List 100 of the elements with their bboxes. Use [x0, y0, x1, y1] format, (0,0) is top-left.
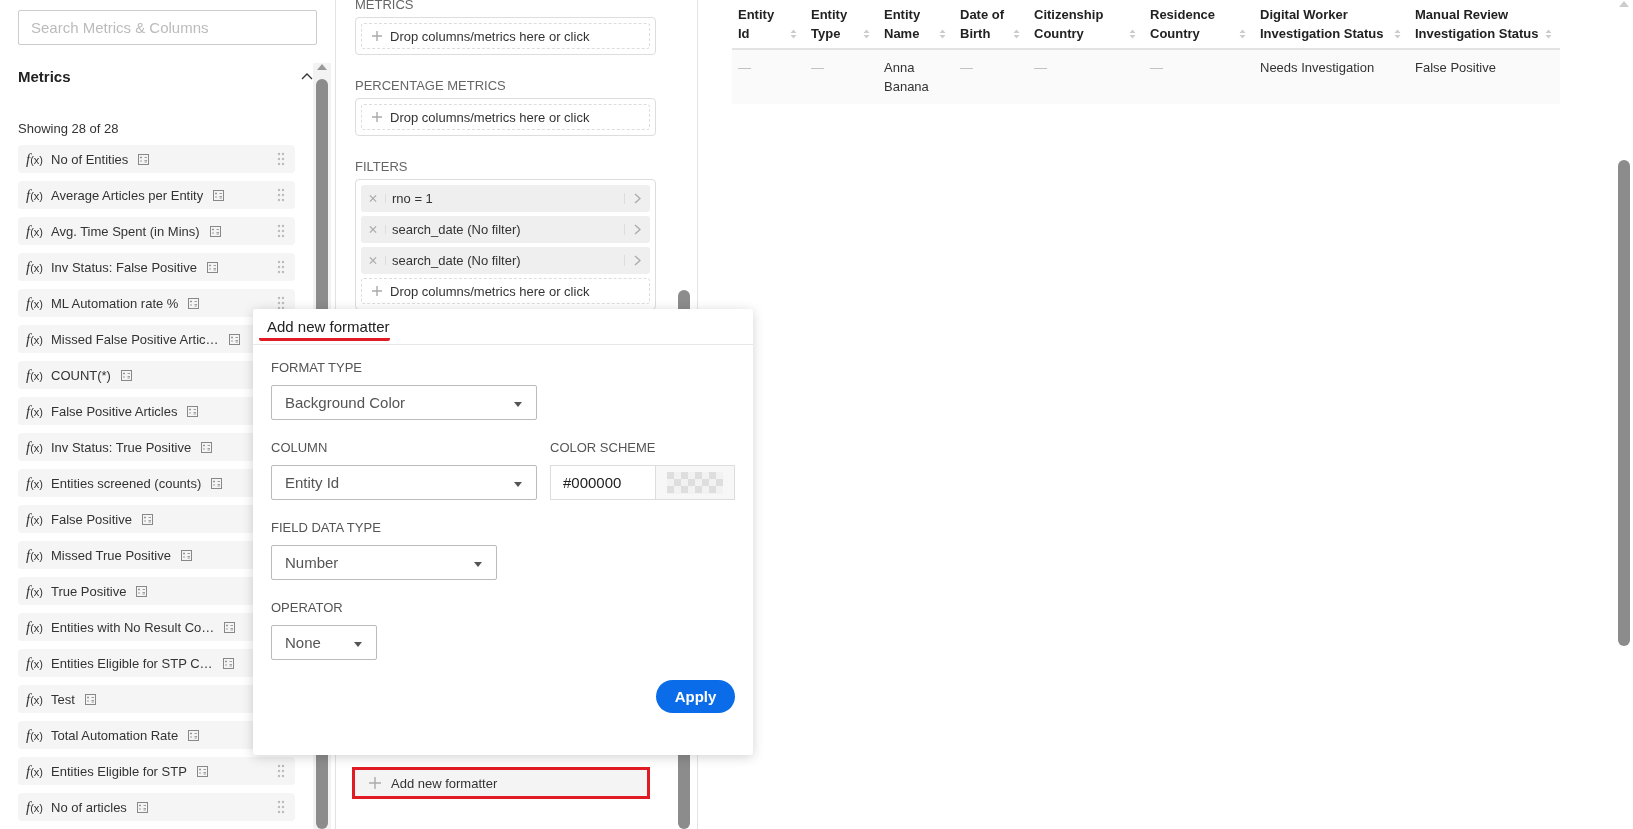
metric-item[interactable]: f(x) Entities Eligible for STP C… [18, 649, 253, 677]
metric-item[interactable]: f(x) Missed True Positive [18, 541, 253, 569]
table-icon [84, 693, 96, 705]
sort-icon[interactable] [863, 28, 870, 40]
metric-item[interactable]: f(x) Entities screened (counts) [18, 469, 253, 497]
sort-icon[interactable] [790, 28, 797, 40]
table-icon [206, 261, 218, 273]
function-label: f(x) [26, 690, 43, 708]
function-label: f(x) [26, 294, 43, 312]
drag-handle-icon[interactable] [277, 152, 285, 166]
drag-handle-icon[interactable] [277, 260, 285, 274]
function-label: f(x) [26, 258, 43, 276]
caret-icon [514, 401, 522, 407]
function-label: f(x) [26, 510, 43, 528]
sort-icon[interactable] [1013, 28, 1020, 40]
function-label: f(x) [26, 438, 43, 456]
filter-chip[interactable]: search_date (No filter) [361, 216, 650, 243]
drop-zone[interactable]: Drop columns/metrics here or click [361, 278, 650, 304]
sort-icon[interactable] [1129, 28, 1136, 40]
metric-item[interactable]: f(x) True Positive [18, 577, 253, 605]
sort-icon[interactable] [939, 28, 946, 40]
table-icon [213, 189, 225, 201]
field-label: FORMAT TYPE [271, 360, 363, 375]
metric-item[interactable]: f(x) Test [18, 685, 253, 713]
metric-item[interactable]: f(x) False Positive Articles [18, 397, 253, 425]
scroll-up-icon[interactable] [1617, 0, 1631, 8]
table-cell: — [805, 49, 878, 104]
function-label: f(x) [26, 582, 43, 600]
metric-item[interactable]: f(x) No of articles [18, 793, 253, 821]
plus-icon [372, 286, 382, 296]
section-label: METRICS [355, 0, 415, 13]
popup-title: Add new formatter [259, 309, 390, 341]
drag-handle-icon[interactable] [277, 224, 285, 238]
metric-item[interactable]: f(x) COUNT(*) [18, 361, 253, 389]
function-label: f(x) [26, 330, 43, 348]
table-cell: Anna Banana [878, 49, 954, 104]
metric-item[interactable]: f(x) Missed False Positive Artic… [18, 325, 253, 353]
table-icon [196, 765, 208, 777]
search-field[interactable]: Search Metrics & Columns [18, 10, 317, 45]
drag-handle-icon[interactable] [277, 800, 285, 814]
metric-item[interactable]: f(x) Total Automation Rate [18, 721, 253, 749]
table-icon [224, 621, 236, 633]
sort-icon[interactable] [1239, 28, 1246, 40]
field-label: COLOR SCHEME [550, 440, 657, 455]
select-field[interactable]: Entity Id [271, 465, 537, 500]
metric-item[interactable]: f(x) Inv Status: True Positive [18, 433, 253, 461]
metric-item[interactable]: f(x) Average Articles per Entity [18, 181, 253, 209]
function-label: f(x) [26, 186, 43, 204]
metric-item[interactable]: f(x) Entities with No Result Co… [18, 613, 253, 641]
sort-icon[interactable] [1394, 28, 1401, 40]
table-icon [187, 405, 199, 417]
sort-icon[interactable] [1545, 28, 1552, 40]
function-label: f(x) [26, 726, 43, 744]
table-icon [188, 297, 200, 309]
metric-item[interactable]: f(x) Avg. Time Spent (in Mins) [18, 217, 253, 245]
metric-item[interactable]: f(x) Entities Eligible for STP [18, 757, 253, 785]
table-icon [188, 729, 200, 741]
function-label: f(x) [26, 762, 43, 780]
field-label: OPERATOR [271, 600, 344, 615]
function-label: f(x) [26, 150, 43, 168]
drop-zone[interactable]: Drop columns/metrics here or click [361, 23, 650, 49]
scrollbar-thumb[interactable] [1618, 160, 1630, 646]
table-icon [141, 513, 153, 525]
section-label: FILTERS [355, 160, 409, 175]
function-label: f(x) [26, 366, 43, 384]
table-icon [222, 657, 234, 669]
plus-icon [372, 31, 382, 41]
filter-chip[interactable]: search_date (No filter) [361, 247, 650, 274]
field-label: COLUMN [271, 440, 329, 455]
table-icon [136, 801, 148, 813]
function-label: f(x) [26, 222, 43, 240]
filter-chip[interactable]: rno = 1 [361, 185, 650, 212]
apply-button[interactable]: Apply [656, 680, 735, 713]
select-field[interactable]: Number [271, 545, 497, 580]
function-label: f(x) [26, 654, 43, 672]
add-formatter-button[interactable]: Add new formatter [352, 767, 650, 799]
drag-handle-icon[interactable] [277, 764, 285, 778]
table-cell: Needs Investigation [1254, 49, 1409, 104]
metric-item[interactable]: f(x) ML Automation rate % [18, 289, 253, 317]
function-label: f(x) [26, 546, 43, 564]
drag-handle-icon[interactable] [277, 296, 285, 310]
collapse-caret-icon[interactable] [301, 72, 313, 80]
table-icon [228, 333, 240, 345]
metric-item[interactable]: f(x) False Positive [18, 505, 253, 533]
table-icon [211, 477, 223, 489]
function-label: f(x) [26, 402, 43, 420]
table-cell: False Positive [1409, 49, 1560, 104]
select-field[interactable]: None [271, 625, 377, 660]
function-label: f(x) [26, 798, 43, 816]
caret-icon [474, 561, 482, 567]
select-field[interactable]: Background Color [271, 385, 537, 420]
table-cell: — [1144, 49, 1254, 104]
caret-icon [514, 481, 522, 487]
metric-item[interactable]: f(x) No of Entities [18, 145, 253, 173]
function-label: f(x) [26, 474, 43, 492]
drag-handle-icon[interactable] [277, 188, 285, 202]
caret-icon [354, 641, 362, 647]
drop-zone[interactable]: Drop columns/metrics here or click [361, 104, 650, 130]
table-icon [138, 153, 150, 165]
metric-item[interactable]: f(x) Inv Status: False Positive [18, 253, 253, 281]
